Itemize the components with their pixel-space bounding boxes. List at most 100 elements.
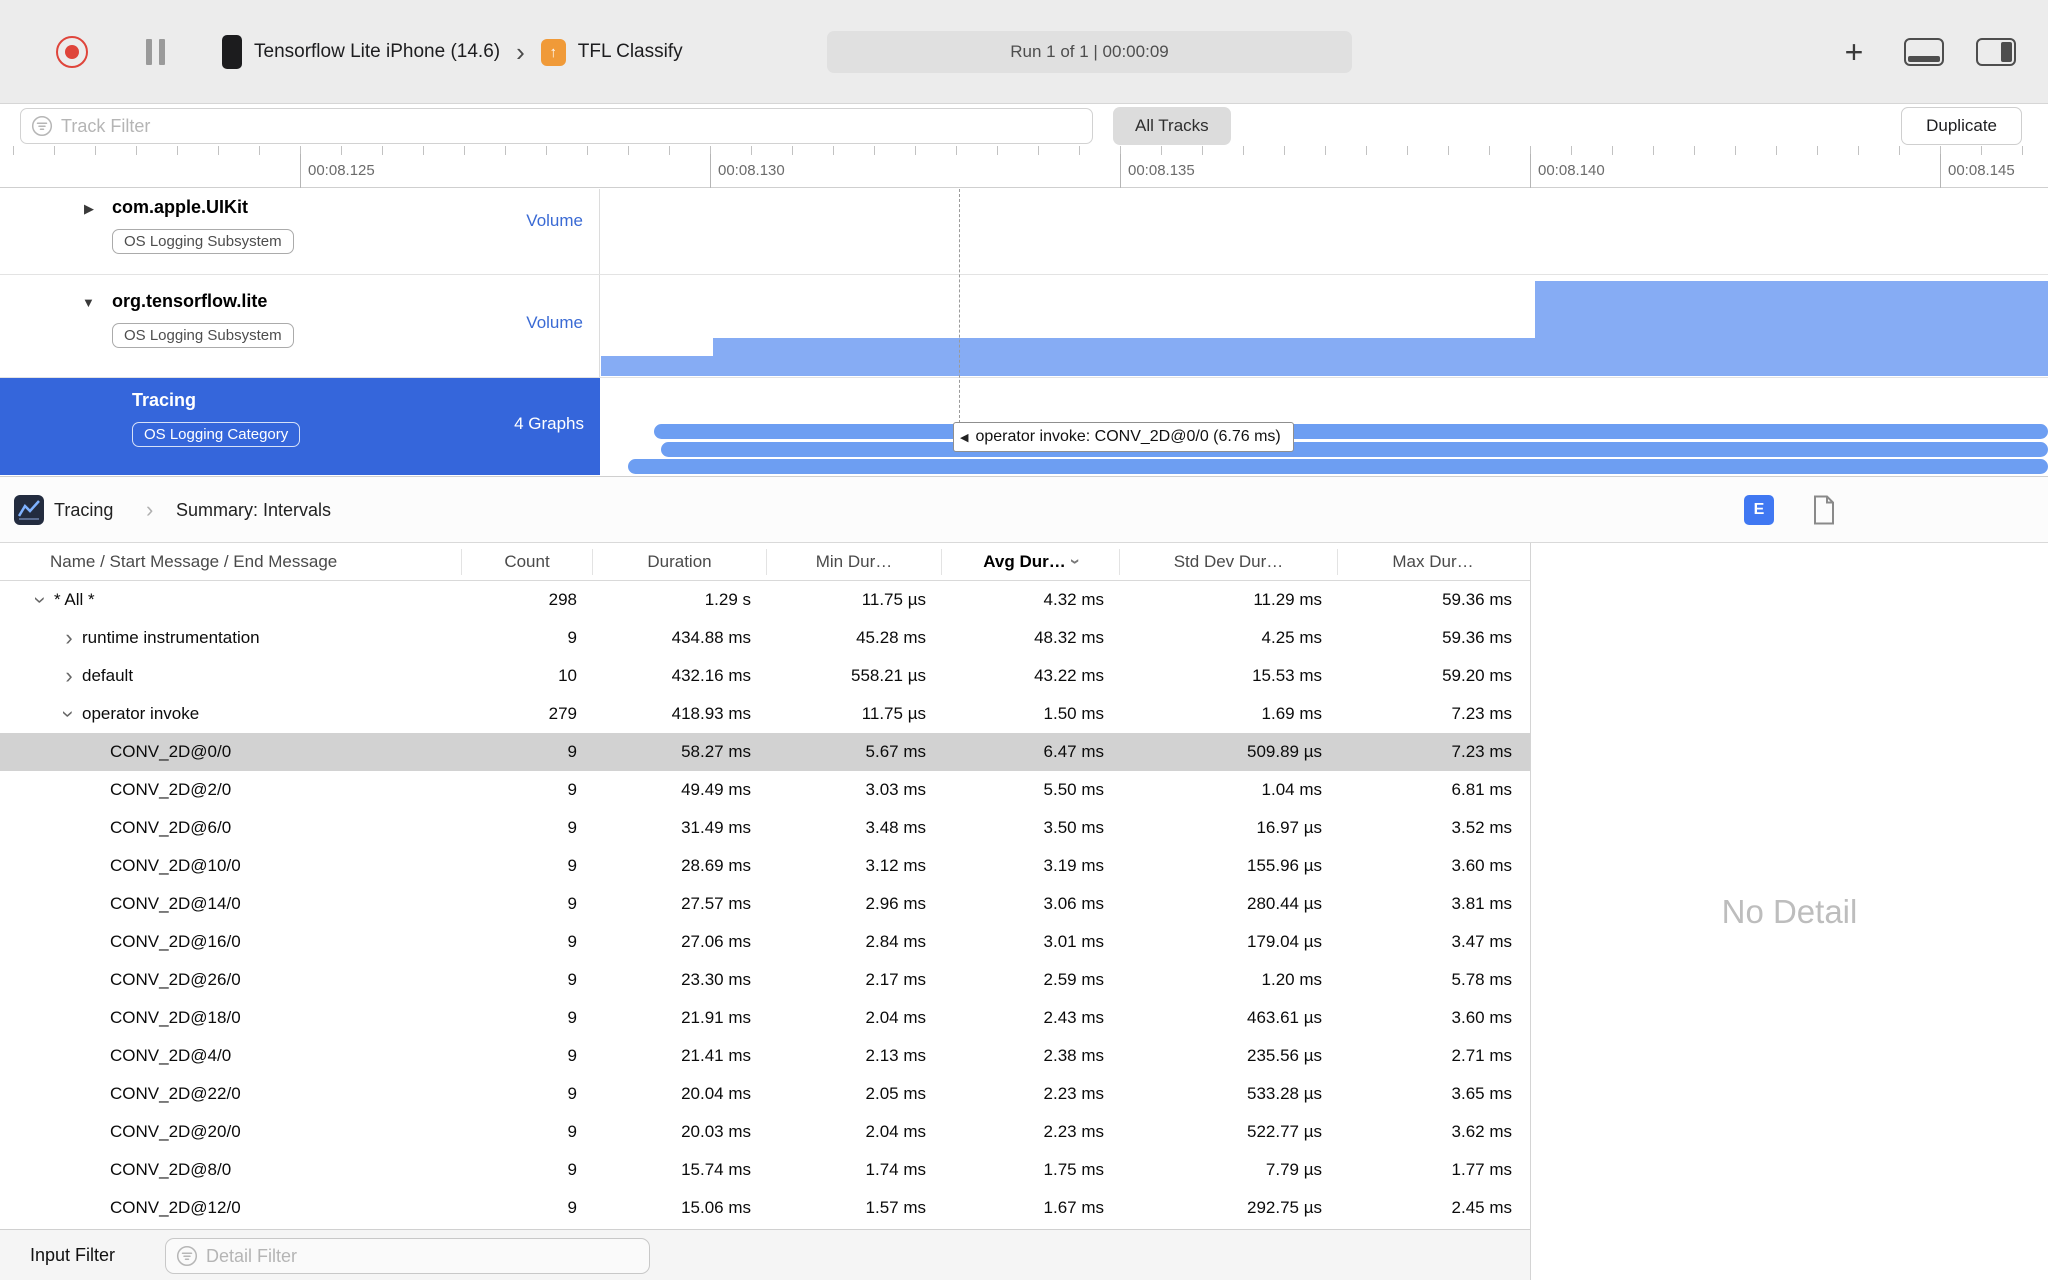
- track-meta[interactable]: Volume: [526, 313, 583, 333]
- record-button[interactable]: [56, 36, 88, 68]
- track-meta[interactable]: 4 Graphs: [514, 414, 584, 434]
- row-min-duration: 1.57 ms: [865, 1198, 926, 1217]
- track-lane[interactable]: [601, 275, 2048, 377]
- inspector-pane: No Detail: [1530, 543, 2048, 1280]
- pause-button[interactable]: [146, 39, 172, 65]
- row-max-duration: 3.60 ms: [1451, 1008, 1512, 1027]
- table-header: Name / Start Message / End Message Count…: [0, 543, 1530, 581]
- row-duration: 58.27 ms: [681, 742, 751, 761]
- duplicate-button[interactable]: Duplicate: [1901, 107, 2022, 145]
- interval-bar[interactable]: [661, 442, 2048, 457]
- row-duration: 28.69 ms: [681, 856, 751, 875]
- disclosure-collapsed-icon[interactable]: ▶: [84, 201, 94, 217]
- row-name: operator invoke: [82, 704, 200, 723]
- row-expander-icon[interactable]: [56, 627, 82, 649]
- track-tensorflow[interactable]: ▼ org.tensorflow.lite OS Logging Subsyst…: [0, 275, 2048, 378]
- interval-bar[interactable]: [654, 424, 2048, 439]
- table-row[interactable]: CONV_2D@12/0 9 15.06 ms 1.57 ms 1.67 ms …: [0, 1189, 1530, 1227]
- row-count: 9: [567, 1198, 577, 1217]
- target-selector[interactable]: Tensorflow Lite iPhone (14.6) › ↑ TFL Cl…: [222, 0, 683, 104]
- right-pane-toggle-icon[interactable]: [1976, 38, 2016, 66]
- table-row[interactable]: default 10 432.16 ms 558.21 µs 43.22 ms …: [0, 657, 1530, 695]
- row-name: CONV_2D@14/0: [110, 894, 241, 913]
- row-max-duration: 59.20 ms: [1442, 666, 1512, 685]
- row-stddev-duration: 15.53 ms: [1252, 666, 1322, 685]
- table-row[interactable]: CONV_2D@8/0 9 15.74 ms 1.74 ms 1.75 ms 7…: [0, 1151, 1530, 1189]
- detail-filter-field[interactable]: [165, 1238, 650, 1274]
- table-row[interactable]: CONV_2D@6/0 9 31.49 ms 3.48 ms 3.50 ms 1…: [0, 809, 1530, 847]
- track-filter-input[interactable]: [61, 115, 1082, 137]
- device-name[interactable]: Tensorflow Lite iPhone (14.6): [254, 41, 500, 63]
- column-header-min[interactable]: Min Dur…: [767, 548, 942, 575]
- table-row[interactable]: CONV_2D@22/0 9 20.04 ms 2.05 ms 2.23 ms …: [0, 1075, 1530, 1113]
- bottom-pane-toggle-icon[interactable]: [1904, 38, 1944, 66]
- column-header-max[interactable]: Max Dur…: [1338, 549, 1528, 575]
- table-row[interactable]: CONV_2D@4/0 9 21.41 ms 2.13 ms 2.38 ms 2…: [0, 1037, 1530, 1075]
- track-header-selected[interactable]: Tracing OS Logging Category 4 Graphs: [0, 378, 600, 475]
- breadcrumb-instrument[interactable]: Tracing: [54, 477, 113, 543]
- track-uikit[interactable]: ▶ com.apple.UIKit OS Logging Subsystem V…: [0, 189, 2048, 275]
- ruler-label: 00:08.130: [710, 154, 785, 188]
- row-stddev-duration: 1.04 ms: [1261, 780, 1322, 799]
- column-header-duration[interactable]: Duration: [593, 548, 767, 575]
- track-header[interactable]: ▶ com.apple.UIKit OS Logging Subsystem V…: [0, 189, 600, 274]
- extended-detail-button[interactable]: E: [1744, 495, 1774, 525]
- table-row[interactable]: CONV_2D@26/0 9 23.30 ms 2.17 ms 2.59 ms …: [0, 961, 1530, 999]
- table-row[interactable]: CONV_2D@10/0 9 28.69 ms 3.12 ms 3.19 ms …: [0, 847, 1530, 885]
- table-row[interactable]: CONV_2D@18/0 9 21.91 ms 2.04 ms 2.43 ms …: [0, 999, 1530, 1037]
- track-header[interactable]: ▼ org.tensorflow.lite OS Logging Subsyst…: [0, 275, 600, 377]
- column-header-name[interactable]: Name / Start Message / End Message: [0, 548, 462, 575]
- column-header-avg[interactable]: Avg Dur… ›: [942, 548, 1120, 575]
- row-name: CONV_2D@4/0: [110, 1046, 232, 1065]
- row-expander-icon[interactable]: [56, 665, 82, 687]
- table-row[interactable]: runtime instrumentation 9 434.88 ms 45.2…: [0, 619, 1530, 657]
- row-name-cell: runtime instrumentation: [0, 627, 462, 649]
- app-name[interactable]: TFL Classify: [578, 41, 683, 63]
- table-row[interactable]: CONV_2D@20/0 9 20.03 ms 2.04 ms 2.23 ms …: [0, 1113, 1530, 1151]
- column-header-count[interactable]: Count: [462, 548, 593, 575]
- breadcrumb-page[interactable]: Summary: Intervals: [176, 477, 331, 543]
- row-name: CONV_2D@10/0: [110, 856, 241, 875]
- row-max-duration: 2.71 ms: [1451, 1046, 1512, 1065]
- track-tracing[interactable]: Tracing OS Logging Category 4 Graphs ◀ o…: [0, 378, 2048, 475]
- row-duration: 15.74 ms: [681, 1160, 751, 1179]
- row-avg-duration: 1.75 ms: [1043, 1160, 1104, 1179]
- track-filter-bar: All Tracks Duplicate: [0, 105, 2048, 146]
- row-stddev-duration: 11.29 ms: [1253, 590, 1322, 609]
- row-stddev-duration: 533.28 µs: [1246, 1084, 1322, 1103]
- track-lane[interactable]: [601, 189, 2048, 274]
- bottom-filter-bar: Input Filter: [0, 1229, 1530, 1280]
- row-name: CONV_2D@12/0: [110, 1198, 241, 1217]
- interval-bar[interactable]: [628, 459, 2048, 474]
- row-name-cell: operator invoke: [0, 703, 462, 725]
- table-row[interactable]: CONV_2D@14/0 9 27.57 ms 2.96 ms 3.06 ms …: [0, 885, 1530, 923]
- table-row[interactable]: CONV_2D@2/0 9 49.49 ms 3.03 ms 5.50 ms 1…: [0, 771, 1530, 809]
- add-instrument-button[interactable]: +: [1832, 30, 1876, 74]
- table-body: * All * 298 1.29 s 11.75 µs 4.32 ms 11.2…: [0, 581, 1530, 1229]
- track-lane[interactable]: ◀ operator invoke: CONV_2D@0/0 (6.76 ms): [601, 378, 2048, 475]
- disclosure-expanded-icon[interactable]: ▼: [82, 295, 95, 310]
- all-tracks-button[interactable]: All Tracks: [1113, 107, 1231, 145]
- detail-area: Tracing › Summary: Intervals E Name / St…: [0, 476, 2048, 1280]
- track-name: com.apple.UIKit: [112, 197, 249, 217]
- column-header-avg-label: Avg Dur…: [983, 551, 1066, 571]
- row-name-cell: CONV_2D@12/0: [0, 1198, 462, 1218]
- row-name: CONV_2D@16/0: [110, 932, 241, 951]
- table-row[interactable]: * All * 298 1.29 s 11.75 µs 4.32 ms 11.2…: [0, 581, 1530, 619]
- row-name-cell: * All *: [0, 589, 462, 611]
- row-expander-icon[interactable]: [28, 589, 54, 611]
- playhead-dashed-line[interactable]: [959, 189, 960, 423]
- row-expander-icon[interactable]: [56, 703, 82, 725]
- detail-filter-input[interactable]: [206, 1245, 639, 1267]
- table-row[interactable]: CONV_2D@0/0 9 58.27 ms 5.67 ms 6.47 ms 5…: [0, 733, 1530, 771]
- track-meta[interactable]: Volume: [526, 211, 583, 231]
- table-row[interactable]: operator invoke 279 418.93 ms 11.75 µs 1…: [0, 695, 1530, 733]
- document-icon[interactable]: [1812, 495, 1836, 525]
- table-row[interactable]: CONV_2D@16/0 9 27.06 ms 2.84 ms 3.01 ms …: [0, 923, 1530, 961]
- time-ruler[interactable]: 00:08.125 00:08.130 00:08.135 00:08.140 …: [0, 146, 2048, 188]
- row-avg-duration: 2.38 ms: [1043, 1046, 1104, 1065]
- row-count: 9: [567, 628, 577, 647]
- column-header-stddev[interactable]: Std Dev Dur…: [1120, 548, 1338, 575]
- track-filter-field[interactable]: [20, 108, 1093, 144]
- row-min-duration: 45.28 ms: [856, 628, 926, 647]
